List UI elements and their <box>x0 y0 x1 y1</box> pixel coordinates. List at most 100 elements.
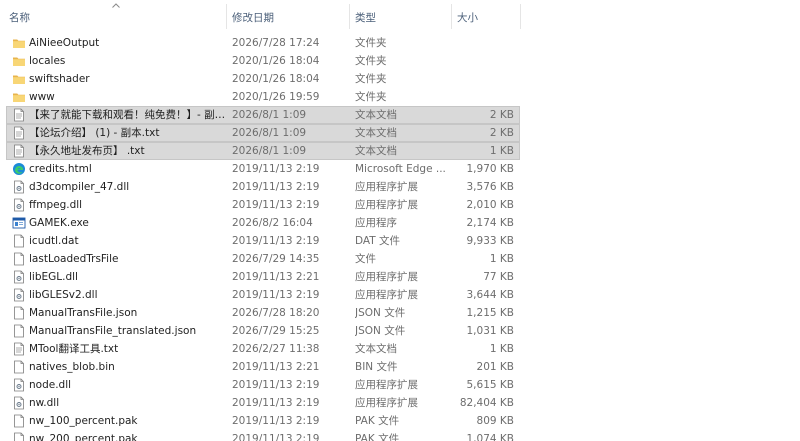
file-name: AiNieeOutput <box>29 37 100 49</box>
file-type: Microsoft Edge ... <box>355 163 446 175</box>
file-size: 9,933 KB <box>466 235 515 247</box>
column-header: 名称 修改日期 类型 大小 <box>0 0 800 30</box>
file-row[interactable]: 【论坛介绍】 (1) - 副本.txt 2026/8/1 1:09 文本文档 2 KB <box>6 124 520 142</box>
file-name: MTool翻译工具.txt <box>29 343 119 355</box>
file-row[interactable]: 【来了就能下载和观看！纯免费！】- 副本.txt 2026/8/1 1:09 文本文… <box>6 106 520 124</box>
dll-file-icon <box>12 378 26 392</box>
file-name: d3dcompiler_47.dll <box>29 181 130 193</box>
file-date: 2026/7/28 18:20 <box>232 307 320 319</box>
file-size: 1 KB <box>489 253 514 265</box>
file-name: 【来了就能下载和观看！纯免费！】- 副本.txt <box>29 109 227 121</box>
blank-file-icon <box>12 306 26 320</box>
folder-icon <box>12 72 26 86</box>
file-type: JSON 文件 <box>355 325 406 337</box>
file-row[interactable]: lastLoadedTrsFile 2026/7/29 14:35 文件 1 KB <box>6 250 520 268</box>
file-row[interactable]: credits.html 2019/11/13 2:19 Microsoft Edg… <box>6 160 520 178</box>
file-name: GAMEK.exe <box>29 217 89 229</box>
header-divider[interactable] <box>349 4 350 29</box>
file-date: 2026/7/29 15:25 <box>232 325 320 337</box>
file-type: 文本文档 <box>355 343 397 355</box>
file-date: 2019/11/13 2:19 <box>232 163 320 175</box>
file-size: 809 KB <box>476 415 514 427</box>
file-name: nw_100_percent.pak <box>29 415 138 427</box>
file-size <box>452 72 514 86</box>
file-row[interactable]: nw_100_percent.pak 2019/11/13 2:19 PAK 文件 8… <box>6 412 520 430</box>
file-row[interactable]: www 2020/1/26 19:59 文件夹 <box>6 88 520 106</box>
file-type: PAK 文件 <box>355 433 400 441</box>
file-row[interactable]: ffmpeg.dll 2019/11/13 2:19 应用程序扩展 2,010 KB <box>6 196 520 214</box>
header-divider[interactable] <box>226 4 227 29</box>
file-size: 1,031 KB <box>466 325 515 337</box>
folder-icon <box>12 54 26 68</box>
file-row[interactable]: nw_200_percent.pak 2019/11/13 2:19 PAK 文件 1… <box>6 430 520 441</box>
blank-file-icon <box>12 432 26 441</box>
file-date: 2019/11/13 2:19 <box>232 199 320 211</box>
file-type: 应用程序扩展 <box>355 379 418 391</box>
file-size: 1,215 KB <box>466 307 515 319</box>
file-row[interactable]: GAMEK.exe 2026/8/2 16:04 应用程序 2,174 KB <box>6 214 520 232</box>
file-type: 文件夹 <box>355 91 387 103</box>
file-size: 2 KB <box>489 127 514 139</box>
file-type: DAT 文件 <box>355 235 401 247</box>
header-type[interactable]: 类型 <box>355 11 376 25</box>
header-divider[interactable] <box>520 4 521 29</box>
file-date: 2019/11/13 2:19 <box>232 289 320 301</box>
file-type: 文件 <box>355 253 376 265</box>
file-row[interactable]: d3dcompiler_47.dll 2019/11/13 2:19 应用程序扩展 3… <box>6 178 520 196</box>
dll-file-icon <box>12 288 26 302</box>
file-row[interactable]: MTool翻译工具.txt 2026/2/27 11:38 文本文档 1 KB <box>6 340 520 358</box>
file-name: nw_200_percent.pak <box>29 433 138 441</box>
file-type: 应用程序扩展 <box>355 397 418 409</box>
file-row[interactable]: locales 2020/1/26 18:04 文件夹 <box>6 52 520 70</box>
file-date: 2026/8/2 16:04 <box>232 217 313 229</box>
file-name: ManualTransFile_translated.json <box>29 325 197 337</box>
header-divider[interactable] <box>451 4 452 29</box>
file-name: natives_blob.bin <box>29 361 115 373</box>
blank-file-icon <box>12 360 26 374</box>
blank-file-icon <box>12 324 26 338</box>
file-row[interactable]: 【永久地址发布页】 .txt 2026/8/1 1:09 文本文档 1 KB <box>6 142 520 160</box>
header-name[interactable]: 名称 <box>9 11 30 25</box>
file-type: 文件夹 <box>355 37 387 49</box>
file-date: 2026/8/1 1:09 <box>232 145 307 157</box>
file-date: 2026/8/1 1:09 <box>232 109 307 121</box>
file-date: 2026/7/28 17:24 <box>232 37 320 49</box>
file-type: 应用程序扩展 <box>355 181 418 193</box>
file-size: 2,174 KB <box>466 217 515 229</box>
file-name: swiftshader <box>29 73 90 85</box>
file-row[interactable]: node.dll 2019/11/13 2:19 应用程序扩展 5,615 KB <box>6 376 520 394</box>
edge-icon <box>12 162 26 176</box>
file-name: locales <box>29 55 66 67</box>
blank-file-icon <box>12 252 26 266</box>
file-date: 2019/11/13 2:19 <box>232 181 320 193</box>
file-name: ffmpeg.dll <box>29 199 83 211</box>
file-size <box>452 36 514 50</box>
text-file-icon <box>12 144 26 158</box>
file-row[interactable]: ManualTransFile.json 2026/7/28 18:20 JSON … <box>6 304 520 322</box>
file-row[interactable]: icudtl.dat 2019/11/13 2:19 DAT 文件 9,933 KB <box>6 232 520 250</box>
file-row[interactable]: natives_blob.bin 2019/11/13 2:21 BIN 文件 201… <box>6 358 520 376</box>
file-date: 2020/1/26 18:04 <box>232 55 320 67</box>
file-date: 2020/1/26 18:04 <box>232 73 320 85</box>
file-row[interactable]: libGLESv2.dll 2019/11/13 2:19 应用程序扩展 3,644 … <box>6 286 520 304</box>
file-row[interactable]: nw.dll 2019/11/13 2:19 应用程序扩展 82,404 KB <box>6 394 520 412</box>
file-row[interactable]: AiNieeOutput 2026/7/28 17:24 文件夹 <box>6 34 520 52</box>
folder-icon <box>12 90 26 104</box>
file-name: node.dll <box>29 379 72 391</box>
file-date: 2019/11/13 2:19 <box>232 433 320 441</box>
file-type: 文本文档 <box>355 127 397 139</box>
file-type: 文件夹 <box>355 73 387 85</box>
file-row[interactable]: ManualTransFile_translated.json 2026/7/29… <box>6 322 520 340</box>
blank-file-icon <box>12 234 26 248</box>
file-size: 1 KB <box>489 343 514 355</box>
file-size: 201 KB <box>476 361 514 373</box>
file-size: 3,644 KB <box>466 289 515 301</box>
header-date[interactable]: 修改日期 <box>232 11 274 25</box>
file-type: JSON 文件 <box>355 307 406 319</box>
header-size[interactable]: 大小 <box>457 11 478 25</box>
file-name: nw.dll <box>29 397 60 409</box>
file-row[interactable]: swiftshader 2020/1/26 18:04 文件夹 <box>6 70 520 88</box>
dll-file-icon <box>12 180 26 194</box>
file-row[interactable]: libEGL.dll 2019/11/13 2:21 应用程序扩展 77 KB <box>6 268 520 286</box>
file-size: 77 KB <box>483 271 514 283</box>
